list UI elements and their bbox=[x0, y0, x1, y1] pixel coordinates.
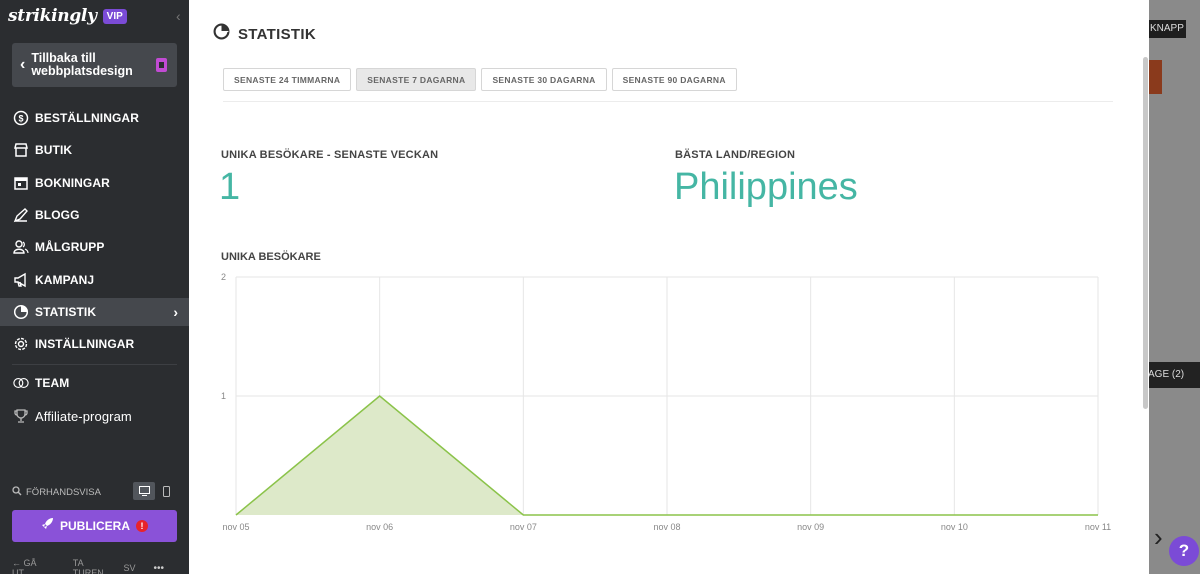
sidebar-item-label: Affiliate-program bbox=[35, 408, 132, 424]
sidebar-item-label: BOKNINGAR bbox=[35, 176, 110, 190]
sidebar-item-label: MÅLGRUPP bbox=[35, 240, 105, 254]
next-arrow-icon[interactable]: › bbox=[1154, 522, 1163, 553]
x-tick-label: nov 10 bbox=[941, 522, 968, 532]
exit-link[interactable]: ← GÅ UT bbox=[12, 558, 55, 574]
page-title: STATISTIK bbox=[238, 25, 316, 43]
panel-header: STATISTIK bbox=[213, 23, 316, 45]
language-link[interactable]: SV bbox=[123, 563, 135, 573]
y-tick-label: 2 bbox=[221, 272, 226, 282]
sidebar-item-store[interactable]: BUTIK bbox=[0, 136, 189, 164]
device-toggle bbox=[133, 482, 177, 500]
pen-icon bbox=[13, 207, 29, 223]
x-tick-label: nov 08 bbox=[653, 522, 680, 532]
range-tabs: SENASTE 24 TIMMARNA SENASTE 7 DAGARNA SE… bbox=[223, 68, 742, 91]
tab-last-24-hours[interactable]: SENASTE 24 TIMMARNA bbox=[223, 68, 352, 91]
gear-icon bbox=[13, 336, 29, 352]
top-country-value: Philippines bbox=[674, 166, 858, 208]
tab-last-30-days[interactable]: SENASTE 30 DAGARNA bbox=[481, 68, 607, 91]
statistics-panel: STATISTIK SENASTE 24 TIMMARNA SENASTE 7 … bbox=[189, 0, 1149, 574]
x-tick-label: nov 07 bbox=[510, 522, 537, 532]
sidebar-item-label: KAMPANJ bbox=[35, 273, 95, 287]
back-to-site-design-button[interactable]: ‹ Tillbaka till webbplatsdesign bbox=[12, 43, 177, 87]
x-tick-label: nov 11 bbox=[1085, 522, 1111, 532]
back-button-label: Tillbaka till webbplatsdesign bbox=[31, 51, 133, 78]
divider bbox=[223, 101, 1113, 102]
chevron-left-icon: ‹ bbox=[20, 56, 26, 73]
sidebar-item-audience[interactable]: MÅLGRUPP bbox=[0, 233, 189, 261]
brand: strikingly VIP bbox=[8, 6, 127, 26]
scrollbar[interactable] bbox=[1143, 57, 1148, 409]
pie-chart-icon bbox=[213, 23, 230, 45]
exit-label: GÅ UT bbox=[12, 558, 37, 574]
sidebar-item-settings[interactable]: INSTÄLLNINGAR bbox=[0, 330, 189, 358]
sidebar-item-label: BLOGG bbox=[35, 208, 80, 222]
trophy-icon bbox=[13, 408, 29, 424]
sidebar-item-label: BESTÄLLNINGAR bbox=[35, 111, 139, 125]
sidebar-item-label: BUTIK bbox=[35, 143, 73, 157]
calendar-icon bbox=[13, 175, 29, 191]
sidebar-item-statistics[interactable]: STATISTIK › bbox=[0, 298, 189, 326]
sidebar-item-campaign[interactable]: KAMPANJ bbox=[0, 266, 189, 294]
publish-button[interactable]: PUBLICERA ! bbox=[12, 510, 177, 542]
people-icon bbox=[13, 239, 29, 255]
publish-label: PUBLICERA bbox=[59, 519, 130, 533]
collapse-sidebar-icon[interactable]: ‹ bbox=[176, 8, 181, 24]
divider bbox=[12, 364, 177, 365]
top-country-label: BÄSTA LAND/REGION bbox=[675, 149, 796, 161]
help-button[interactable]: ? bbox=[1169, 536, 1199, 566]
site-design-icon bbox=[156, 58, 167, 72]
sidebar-item-label: STATISTIK bbox=[35, 305, 97, 319]
desktop-icon[interactable] bbox=[133, 482, 155, 500]
unique-visitors-value: 1 bbox=[219, 166, 241, 208]
pie-chart-icon bbox=[13, 304, 29, 320]
x-tick-label: nov 06 bbox=[366, 522, 393, 532]
more-icon[interactable]: ••• bbox=[153, 563, 164, 574]
preview-row: FÖRHANDSVISA bbox=[12, 482, 177, 501]
sidebar-item-blog[interactable]: BLOGG bbox=[0, 201, 189, 229]
sidebar-item-orders[interactable]: $ BESTÄLLNINGAR bbox=[0, 104, 189, 132]
tab-last-90-days[interactable]: SENASTE 90 DAGARNA bbox=[611, 68, 737, 91]
unique-visitors-chart: 1 2 nov 05 nov 06 nov 07 nov 08 nov 09 nov 10 no… bbox=[221, 272, 1111, 532]
rocket-icon bbox=[41, 517, 54, 535]
sidebar: strikingly VIP ‹ ‹ Tillbaka till webbpla… bbox=[0, 0, 189, 574]
svg-text:$: $ bbox=[18, 114, 23, 124]
background-page-button: AGE (2) bbox=[1140, 362, 1200, 388]
x-tick-label: nov 05 bbox=[222, 522, 249, 532]
dollar-circle-icon: $ bbox=[13, 110, 29, 126]
megaphone-icon bbox=[13, 272, 29, 288]
x-tick-label: nov 09 bbox=[797, 522, 824, 532]
unique-visitors-label: UNIKA BESÖKARE - SENASTE VECKAN bbox=[221, 149, 439, 161]
search-icon bbox=[12, 483, 22, 501]
tour-link[interactable]: TA TUREN bbox=[73, 558, 106, 574]
vip-badge: VIP bbox=[102, 8, 127, 24]
warning-icon: ! bbox=[136, 520, 148, 532]
sidebar-footer: ← GÅ UT TA TUREN SV ••• bbox=[12, 558, 182, 574]
sidebar-item-label: TEAM bbox=[35, 376, 70, 390]
team-icon bbox=[13, 375, 29, 391]
chevron-right-icon: › bbox=[173, 304, 178, 320]
sidebar-item-affiliate[interactable]: Affiliate-program bbox=[0, 402, 189, 430]
preview-label: FÖRHANDSVISA bbox=[26, 486, 101, 498]
background-block bbox=[1148, 60, 1162, 94]
background-button: KNAPP bbox=[1146, 20, 1186, 38]
y-tick-label: 1 bbox=[221, 391, 226, 401]
sidebar-item-team[interactable]: TEAM bbox=[0, 369, 189, 397]
mobile-icon[interactable] bbox=[155, 482, 177, 500]
tab-last-7-days[interactable]: SENASTE 7 DAGARNA bbox=[356, 68, 477, 91]
strikingly-logo: strikingly bbox=[8, 6, 97, 26]
sidebar-item-bookings[interactable]: BOKNINGAR bbox=[0, 169, 189, 197]
store-icon bbox=[13, 142, 29, 158]
sidebar-item-label: INSTÄLLNINGAR bbox=[35, 337, 135, 351]
